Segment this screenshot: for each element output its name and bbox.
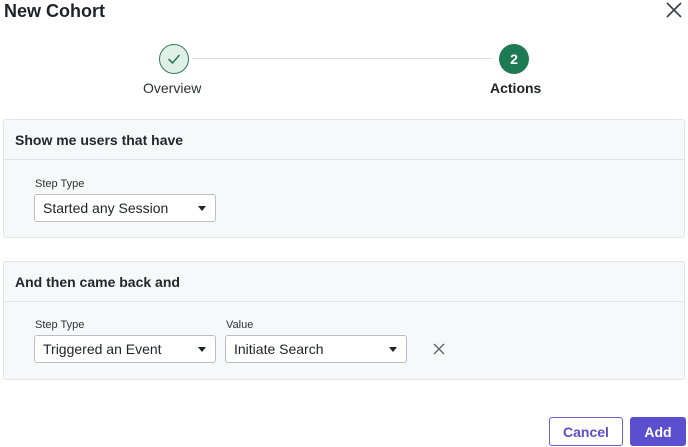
- step-type-value: Started any Session: [43, 200, 169, 216]
- dialog-title: New Cohort: [4, 1, 105, 21]
- step-overview-label: Overview: [143, 80, 202, 96]
- section-heading: Show me users that have: [4, 120, 684, 160]
- value-label: Value: [226, 319, 254, 331]
- step-type-label: Step Type: [35, 319, 85, 331]
- step-overview-complete[interactable]: [159, 44, 189, 74]
- section-heading: And then came back and: [4, 262, 684, 302]
- cancel-button[interactable]: Cancel: [549, 417, 623, 446]
- step-type-label: Step Type: [35, 178, 85, 190]
- add-button[interactable]: Add: [630, 417, 686, 446]
- remove-step-icon[interactable]: [432, 342, 446, 356]
- checkmark-icon: [168, 54, 180, 64]
- step-type-select[interactable]: Triggered an Event: [34, 335, 216, 363]
- value-select-value: Initiate Search: [234, 341, 324, 357]
- chevron-down-icon: [198, 347, 206, 352]
- stepper-connector: [192, 58, 492, 59]
- step-type-select[interactable]: Started any Session: [34, 194, 216, 222]
- value-select[interactable]: Initiate Search: [225, 335, 407, 363]
- chevron-down-icon: [389, 347, 397, 352]
- step-actions-number[interactable]: 2: [499, 44, 529, 74]
- step-type-value: Triggered an Event: [43, 341, 162, 357]
- chevron-down-icon: [198, 206, 206, 211]
- step-actions-label: Actions: [490, 80, 542, 96]
- close-icon[interactable]: [664, 0, 684, 20]
